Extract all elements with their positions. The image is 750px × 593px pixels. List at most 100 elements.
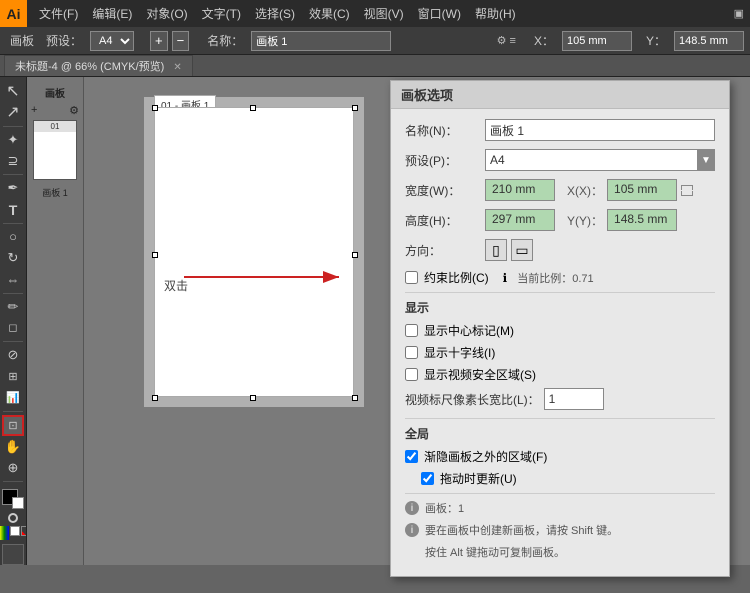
drag-update-checkbox[interactable]	[421, 472, 434, 485]
fade-checkbox[interactable]	[405, 450, 418, 463]
blend-tool[interactable]: ⊞	[2, 366, 24, 386]
dialog-name-input[interactable]	[485, 119, 715, 141]
dialog-x-input[interactable]: 105 mm	[607, 179, 677, 201]
dialog-title: 画板选项	[391, 81, 729, 109]
gradient-btn[interactable]	[10, 526, 20, 536]
tool-sep3	[3, 223, 23, 224]
artboard-thumbnail[interactable]: 01	[33, 120, 77, 180]
x-label: X：	[530, 32, 558, 49]
dialog-width-row: 宽度(W)： 210 mm X(X)： 105 mm	[405, 179, 715, 201]
tab-close-btn[interactable]: ✕	[173, 62, 181, 73]
lasso-tool[interactable]: ⊇	[2, 151, 24, 171]
name-label: 名称：	[203, 32, 247, 49]
dialog-preset-input[interactable]	[485, 149, 698, 171]
menu-window[interactable]: 窗口(W)	[412, 3, 467, 24]
separator3	[405, 493, 715, 494]
delete-artboard-btn[interactable]: −	[172, 31, 190, 51]
show-safe-row: 显示视频安全区域(S)	[405, 366, 715, 383]
artboard-panel-actions: + ⚙	[31, 104, 79, 117]
fade-row: 渐隐画板之外的区域(F)	[405, 448, 715, 465]
handle-br[interactable]	[352, 395, 358, 401]
info-row3: 按住 Alt 键拖动可复制画板。	[405, 544, 715, 560]
dialog-y-label: Y(Y)：	[567, 212, 603, 229]
magic-wand-tool[interactable]: ✦	[2, 130, 24, 150]
fill-stroke-buttons	[8, 513, 18, 523]
landscape-btn[interactable]: ▭	[511, 239, 533, 261]
handle-tc[interactable]	[250, 105, 256, 111]
handle-bl[interactable]	[152, 395, 158, 401]
selection-tool[interactable]: ↖	[2, 81, 24, 101]
menu-select[interactable]: 选择(S)	[249, 3, 301, 24]
tool-sep1	[3, 126, 23, 127]
fade-label: 渐隐画板之外的区域(F)	[424, 448, 547, 465]
pencil-tool[interactable]: ✏	[2, 297, 24, 317]
menu-help[interactable]: 帮助(H)	[469, 3, 522, 24]
background-color[interactable]	[12, 497, 24, 509]
pixel-ratio-label: 视频标尺像素长宽比(L)：	[405, 391, 540, 408]
chart-tool[interactable]: 📊	[2, 388, 24, 408]
show-center-checkbox[interactable]	[405, 324, 418, 337]
handle-tl[interactable]	[152, 105, 158, 111]
constrain-label: 约束比例(C)	[424, 269, 489, 286]
artboard-canvas[interactable]	[154, 107, 354, 397]
dialog-preset-row: 预设(P)： ▼	[405, 149, 715, 171]
artboard-name-input[interactable]	[251, 31, 391, 51]
direct-selection-tool[interactable]: ↗	[2, 102, 24, 122]
tool-sep2	[3, 174, 23, 175]
symbol-sprayer-btn[interactable]	[2, 544, 24, 564]
type-tool[interactable]: T	[2, 199, 24, 219]
dialog-name-row: 名称(N)：	[405, 119, 715, 141]
artboard-settings-btn[interactable]: ⚙	[69, 104, 79, 117]
pixel-ratio-row: 视频标尺像素长宽比(L)：	[405, 388, 715, 410]
tool-sep4	[3, 293, 23, 294]
tool-sep6	[3, 411, 23, 412]
dialog-height-input[interactable]: 297 mm	[485, 209, 555, 231]
app-mode: ▣	[734, 7, 750, 20]
new-artboard-btn[interactable]: +	[150, 31, 168, 51]
show-center-label: 显示中心标记(M)	[424, 322, 514, 339]
handle-mr[interactable]	[352, 252, 358, 258]
x-input[interactable]	[562, 31, 632, 51]
eyedropper-tool[interactable]: ⊘	[2, 345, 24, 365]
show-safe-checkbox[interactable]	[405, 368, 418, 381]
eraser-tool[interactable]: ◻	[2, 318, 24, 338]
color-mode-buttons	[0, 526, 27, 540]
pixel-ratio-input[interactable]	[544, 388, 604, 410]
artboard-options-dialog: 画板选项 名称(N)： 预设(P)： ▼ 宽度(W)： 210 mm X(X)：	[390, 80, 730, 577]
artboard-add-btn[interactable]: +	[31, 104, 37, 117]
pen-tool[interactable]: ✒	[2, 178, 24, 198]
zoom-tool[interactable]: ⊕	[2, 458, 24, 478]
rotate-tool[interactable]: ↻	[2, 248, 24, 268]
hand-tool[interactable]: ✋	[2, 437, 24, 457]
constrain-checkbox[interactable]	[405, 271, 418, 284]
dialog-y-input[interactable]: 148.5 mm	[607, 209, 677, 231]
dialog-preset-arrow[interactable]: ▼	[697, 149, 715, 171]
menu-effect[interactable]: 效果(C)	[303, 3, 356, 24]
show-cross-label: 显示十字线(I)	[424, 344, 495, 361]
menu-view[interactable]: 视图(V)	[358, 3, 410, 24]
show-cross-checkbox[interactable]	[405, 346, 418, 359]
menu-edit[interactable]: 编辑(E)	[86, 3, 138, 24]
handle-bc[interactable]	[250, 395, 256, 401]
info-row2: i 要在画板中创建新画板，请按 Shift 键。	[405, 522, 715, 538]
ellipse-tool[interactable]: ○	[2, 227, 24, 247]
tab-row: 未标题-4 @ 66% (CMYK/预览) ✕	[0, 55, 750, 77]
y-input[interactable]	[674, 31, 744, 51]
color-mode-btn[interactable]	[0, 526, 9, 540]
document-tab[interactable]: 未标题-4 @ 66% (CMYK/预览) ✕	[4, 55, 193, 76]
menu-text[interactable]: 文字(T)	[196, 3, 247, 24]
handle-tr[interactable]	[352, 105, 358, 111]
dialog-width-input[interactable]: 210 mm	[485, 179, 555, 201]
preset-label: 预设：	[42, 32, 86, 49]
none-fill-btn[interactable]	[8, 513, 18, 523]
menu-object[interactable]: 对象(O)	[140, 3, 193, 24]
info-icon-ratio: ℹ	[503, 271, 508, 285]
menu-file[interactable]: 文件(F)	[33, 3, 84, 24]
mirror-tool[interactable]: ⇔	[2, 269, 24, 289]
handle-ml[interactable]	[152, 252, 158, 258]
app-logo: Ai	[0, 0, 27, 27]
menu-items: 文件(F) 编辑(E) 对象(O) 文字(T) 选择(S) 效果(C) 视图(V…	[27, 3, 528, 24]
preset-select[interactable]: A4	[90, 31, 134, 51]
artboard-tool[interactable]: ⊡	[2, 415, 24, 436]
portrait-btn[interactable]: ▯	[485, 239, 507, 261]
